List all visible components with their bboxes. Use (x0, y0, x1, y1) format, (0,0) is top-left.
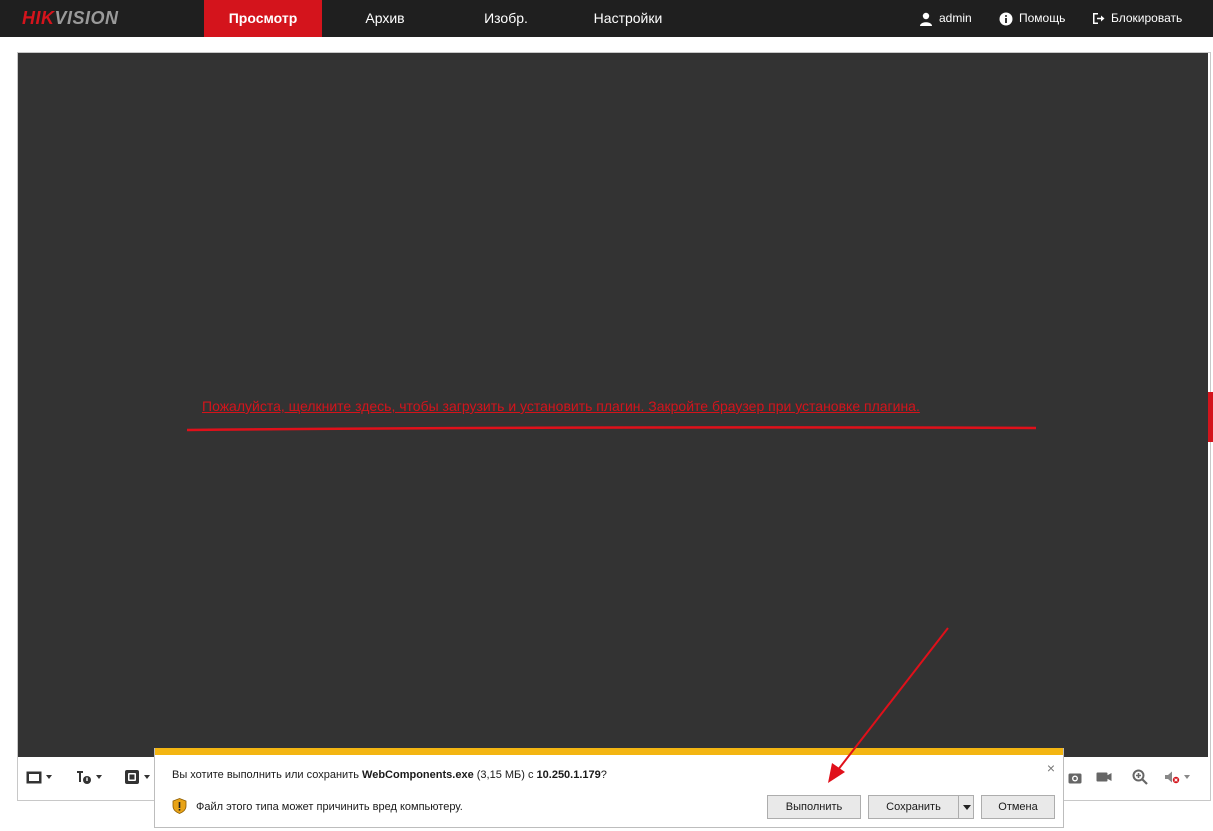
user-menu[interactable]: admin (919, 0, 972, 37)
save-button[interactable]: Сохранить (868, 795, 959, 819)
layout-icon (26, 771, 42, 783)
chevron-down-icon (1184, 775, 1190, 779)
help-label: Помощь (1019, 11, 1066, 25)
camera-icon (1068, 773, 1082, 783)
edge-marker (1208, 392, 1213, 442)
info-icon (999, 12, 1013, 26)
lock-label: Блокировать (1111, 11, 1183, 25)
download-host: 10.250.1.179 (536, 769, 601, 781)
file-name: WebComponents.exe (362, 769, 474, 781)
tab-configuration[interactable]: Настройки (583, 0, 673, 37)
hikvision-logo: HIKVISION (22, 7, 119, 29)
tab-picture[interactable]: Изобр. (466, 0, 546, 37)
download-question: Вы хотите выполнить или сохранить WebCom… (172, 769, 607, 781)
download-warning-text: Файл этого типа может причинить вред ком… (196, 801, 463, 813)
run-button[interactable]: Выполнить (767, 795, 861, 819)
plugin-select-button[interactable] (124, 768, 150, 786)
chevron-down-icon (46, 775, 52, 779)
close-button[interactable]: × (1044, 761, 1058, 775)
digital-zoom-button[interactable] (1132, 768, 1148, 786)
tab-live-view[interactable]: Просмотр (204, 0, 322, 37)
top-navigation-bar: HIKVISION Просмотр Архив Изобр. Настройк… (0, 0, 1213, 37)
zoom-in-icon (1132, 769, 1148, 785)
username-label: admin (939, 11, 972, 25)
window-layout-button[interactable] (26, 768, 52, 786)
video-record-icon (1096, 772, 1112, 782)
speaker-muted-icon (1165, 771, 1180, 784)
help-link[interactable]: Помощь (999, 0, 1065, 37)
chevron-down-icon (144, 775, 150, 779)
logout-icon (1092, 12, 1105, 25)
stream-type-icon (77, 771, 91, 784)
user-icon (919, 12, 933, 26)
capture-button[interactable] (1068, 768, 1082, 786)
file-size: (3,15 МБ) с (473, 769, 537, 781)
question-prefix: Вы хотите выполнить или сохранить (172, 769, 363, 781)
logo-part-hik: HIK (22, 8, 55, 28)
stream-type-button[interactable] (76, 768, 102, 786)
annotation-arrow (828, 627, 949, 783)
shield-warning-icon (172, 798, 187, 817)
logo-part-vision: VISION (54, 8, 119, 28)
annotation-underline (186, 426, 1037, 432)
audio-button[interactable] (1164, 768, 1190, 786)
chevron-down-icon (96, 775, 102, 779)
lock-link[interactable]: Блокировать (1092, 0, 1182, 37)
tab-playback[interactable]: Архив (344, 0, 426, 37)
record-button[interactable] (1096, 768, 1112, 786)
plugin-icon (125, 770, 139, 784)
cancel-button[interactable]: Отмена (981, 795, 1055, 819)
question-suffix: ? (600, 769, 607, 781)
plugin-download-link[interactable]: Пожалуйста, щелкните здесь, чтобы загруз… (202, 398, 1032, 414)
save-options-dropdown[interactable] (958, 795, 974, 819)
